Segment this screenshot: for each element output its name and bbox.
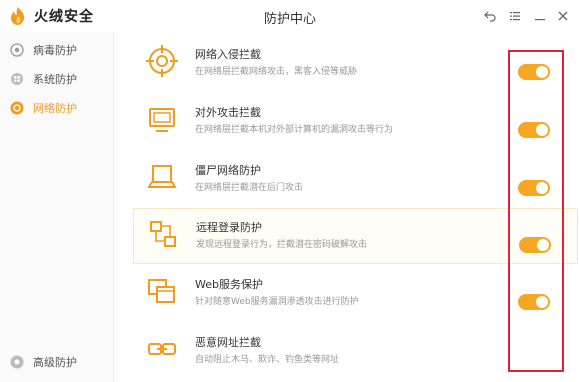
close-icon bbox=[558, 11, 568, 21]
protection-list: 网络入侵拦截 在网络层拦截网络攻击，黑客入侵等威胁 对外攻击拦截 在网络层拦截本… bbox=[115, 32, 580, 382]
menu-button[interactable] bbox=[505, 6, 525, 26]
sidebar-item-advanced[interactable]: 高级防护 bbox=[0, 348, 114, 376]
protection-row-highlighted: 远程登录防护 发现远程登录行为，拦截潜在密码破解攻击 bbox=[133, 208, 578, 264]
protection-title: 远程登录防护 bbox=[196, 221, 262, 234]
sidebar-item-virus[interactable]: 病毒防护 bbox=[0, 36, 114, 64]
remote-login-icon bbox=[150, 221, 176, 247]
monitor-icon bbox=[149, 108, 175, 132]
close-button[interactable] bbox=[553, 6, 573, 26]
protection-row: 恶意网址拦截 自动阻止木马、欺诈、钓鱼类等网址 bbox=[133, 324, 578, 380]
virus-shield-icon bbox=[10, 43, 24, 57]
target-icon bbox=[146, 45, 178, 77]
protection-toggle[interactable] bbox=[518, 294, 550, 310]
minimize-button[interactable] bbox=[530, 6, 550, 26]
network-shield-icon bbox=[10, 101, 24, 115]
protection-title: Web服务保护 bbox=[195, 278, 263, 291]
toggle-knob bbox=[536, 66, 548, 78]
back-button[interactable] bbox=[480, 6, 500, 26]
protection-desc: 发现远程登录行为，拦截潜在密码破解攻击 bbox=[196, 240, 368, 250]
minimize-icon bbox=[535, 19, 545, 21]
system-shield-icon bbox=[11, 73, 23, 85]
link-icon bbox=[148, 343, 176, 355]
back-icon bbox=[484, 11, 496, 22]
toggle-knob bbox=[536, 296, 548, 308]
protection-desc: 针对随意Web服务漏洞渗透攻击进行防护 bbox=[195, 297, 359, 307]
protection-desc: 在网络层拦截网络攻击，黑客入侵等威胁 bbox=[195, 67, 358, 77]
protection-desc: 在网络层拦截潜在后门攻击 bbox=[195, 183, 304, 193]
advanced-shield-icon bbox=[10, 355, 24, 369]
protection-row: 网络入侵拦截 在网络层拦截网络攻击，黑客入侵等威胁 bbox=[133, 36, 578, 92]
protection-toggle[interactable] bbox=[518, 180, 550, 196]
protection-toggle[interactable] bbox=[518, 122, 550, 138]
protection-toggle[interactable] bbox=[518, 64, 550, 80]
laptop-icon bbox=[147, 165, 177, 188]
protection-toggle[interactable] bbox=[519, 237, 551, 253]
protection-row: Web服务保护 针对随意Web服务漏洞渗透攻击进行防护 bbox=[133, 266, 578, 322]
title-bar: 火绒安全 防护中心 bbox=[0, 0, 580, 32]
protection-title: 网络入侵拦截 bbox=[195, 48, 261, 61]
toggle-knob bbox=[537, 239, 549, 251]
sidebar-item-label: 病毒防护 bbox=[33, 44, 77, 57]
sidebar-item-label: 网络防护 bbox=[33, 102, 77, 115]
sidebar-item-network[interactable]: 网络防护 bbox=[0, 94, 114, 122]
toggle-knob bbox=[536, 124, 548, 136]
toggle-knob bbox=[536, 182, 548, 194]
sidebar: 病毒防护 系统防护 网络防护 高级防护 bbox=[0, 32, 114, 382]
protection-row: 僵尸网络防护 在网络层拦截潜在后门攻击 bbox=[133, 152, 578, 208]
menu-icon bbox=[510, 12, 520, 21]
protection-title: 对外攻击拦截 bbox=[195, 106, 261, 119]
protection-title: 恶意网址拦截 bbox=[195, 336, 261, 349]
sidebar-item-system[interactable]: 系统防护 bbox=[0, 65, 114, 93]
protection-desc: 在网络层拦截本机对外部计算机的漏洞攻击等行为 bbox=[195, 125, 394, 135]
protection-row: 对外攻击拦截 在网络层拦截本机对外部计算机的漏洞攻击等行为 bbox=[133, 94, 578, 150]
sidebar-item-label: 高级防护 bbox=[33, 356, 77, 369]
web-service-icon bbox=[148, 279, 175, 303]
protection-desc: 自动阻止木马、欺诈、钓鱼类等网址 bbox=[195, 355, 340, 365]
protection-title: 僵尸网络防护 bbox=[195, 164, 261, 177]
sidebar-item-label: 系统防护 bbox=[33, 73, 77, 86]
